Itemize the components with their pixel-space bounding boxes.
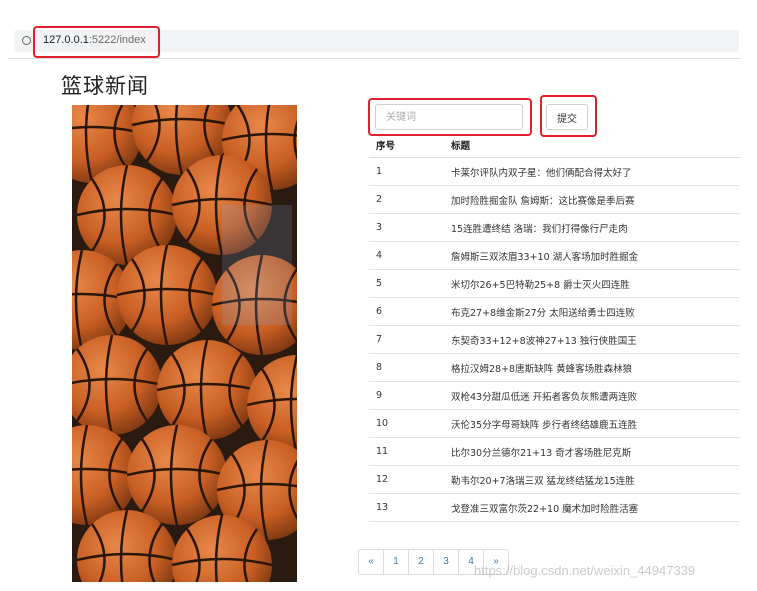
table-row: 2 加时险胜掘金队 詹姆斯：这比赛像是季后赛 [369, 185, 740, 214]
page-title: 篮球新闻 [61, 74, 149, 98]
pagination-page-1[interactable]: 1 [384, 550, 409, 574]
table-row: 12 勒韦尔20+7洛瑞三双 猛龙终结猛龙15连胜 [369, 465, 740, 494]
row-title: 格拉汉姆28+8唐斯缺阵 黄蜂客场胜森林狼 [444, 353, 740, 382]
basketball-image [72, 105, 297, 582]
submit-button[interactable]: 提交 [546, 104, 588, 130]
row-number: 1 [369, 157, 444, 186]
row-number: 2 [369, 185, 444, 214]
row-number: 3 [369, 213, 444, 242]
row-number: 12 [369, 465, 444, 494]
row-number: 5 [369, 269, 444, 298]
table-row: 10 沃伦35分字母哥缺阵 步行者终结雄鹿五连胜 [369, 409, 740, 438]
table-row: 3 15连胜遭终结 洛瑞：我们打得像行尸走肉 [369, 213, 740, 242]
column-header-title: 标题 [444, 133, 740, 158]
table-row: 6 布克27+8维金斯27分 太阳送给勇士四连败 [369, 297, 740, 326]
row-title: 戈登准三双富尔茨22+10 魔术加时险胜活塞 [444, 493, 740, 522]
page-divider [8, 58, 740, 59]
table-row: 7 东契奇33+12+8波神27+13 独行侠胜国王 [369, 325, 740, 354]
table-row: 13 戈登准三双富尔茨22+10 魔术加时险胜活塞 [369, 493, 740, 522]
row-title: 比尔30分兰德尔21+13 奇才客场胜尼克斯 [444, 437, 740, 466]
row-number: 7 [369, 325, 444, 354]
row-title: 东契奇33+12+8波神27+13 独行侠胜国王 [444, 325, 740, 354]
row-number: 8 [369, 353, 444, 382]
table-row: 8 格拉汉姆28+8唐斯缺阵 黄蜂客场胜森林狼 [369, 353, 740, 382]
row-number: 10 [369, 409, 444, 438]
row-number: 11 [369, 437, 444, 466]
column-header-number: 序号 [369, 133, 444, 158]
pagination-page-2[interactable]: 2 [409, 550, 434, 574]
row-title: 米切尔26+5巴特勒25+8 爵士灭火四连胜 [444, 269, 740, 298]
news-table: 序号 标题 1 卡莱尔评队内双子星：他们俩配合得太好了 2 加时险胜掘金队 詹姆斯：… [369, 133, 740, 522]
table-row: 5 米切尔26+5巴特勒25+8 爵士灭火四连胜 [369, 269, 740, 298]
row-title: 沃伦35分字母哥缺阵 步行者终结雄鹿五连胜 [444, 409, 740, 438]
pagination-page-3[interactable]: 3 [434, 550, 459, 574]
row-title: 卡莱尔评队内双子星：他们俩配合得太好了 [444, 157, 740, 186]
row-title: 勒韦尔20+7洛瑞三双 猛龙终结猛龙15连胜 [444, 465, 740, 494]
row-title: 詹姆斯三双浓眉33+10 湖人客场加时胜掘金 [444, 241, 740, 270]
table-header-row: 序号 标题 [369, 133, 740, 158]
row-title: 双枪43分甜瓜低迷 开拓者客负灰熊遭两连败 [444, 381, 740, 410]
row-title: 布克27+8维金斯27分 太阳送给勇士四连败 [444, 297, 740, 326]
site-info-icon[interactable] [22, 36, 31, 45]
pagination-prev[interactable]: « [359, 550, 384, 574]
table-row: 11 比尔30分兰德尔21+13 奇才客场胜尼克斯 [369, 437, 740, 466]
search-input[interactable] [375, 104, 523, 130]
row-number: 9 [369, 381, 444, 410]
table-row: 4 詹姆斯三双浓眉33+10 湖人客场加时胜掘金 [369, 241, 740, 270]
row-title: 15连胜遭终结 洛瑞：我们打得像行尸走肉 [444, 213, 740, 242]
row-title: 加时险胜掘金队 詹姆斯：这比赛像是季后赛 [444, 185, 740, 214]
row-number: 6 [369, 297, 444, 326]
row-number: 13 [369, 493, 444, 522]
table-row: 9 双枪43分甜瓜低迷 开拓者客负灰熊遭两连败 [369, 381, 740, 410]
table-row: 1 卡莱尔评队内双子星：他们俩配合得太好了 [369, 157, 740, 186]
row-number: 4 [369, 241, 444, 270]
annotation-box-url [33, 26, 160, 58]
watermark: https://blog.csdn.net/weixin_44947339 [474, 563, 696, 578]
